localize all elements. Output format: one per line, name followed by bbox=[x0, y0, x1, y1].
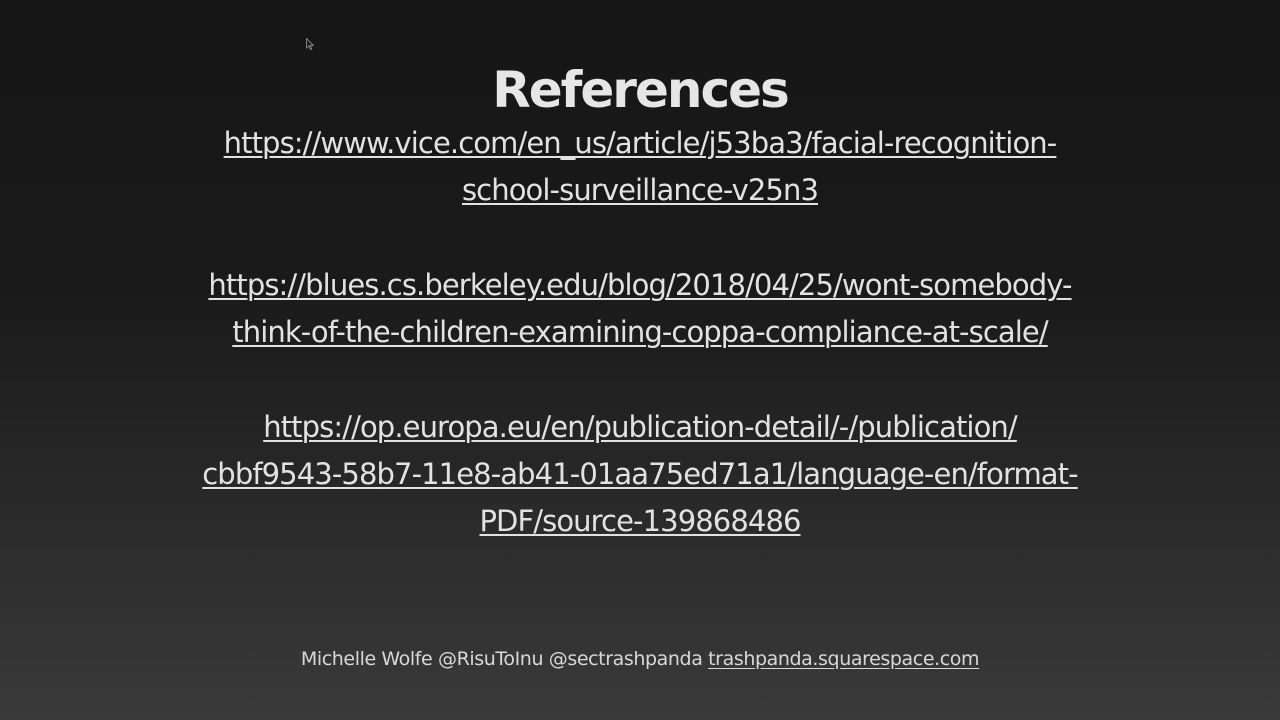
reference-link-line: cbbf9543-58b7-11e8-ab41-01aa75ed71a1/lan… bbox=[202, 457, 1078, 491]
slide-title: References bbox=[492, 61, 790, 119]
mouse-pointer-icon bbox=[306, 38, 314, 50]
slide-footer: Michelle Wolfe @RisuToInu @sectrashpanda… bbox=[0, 644, 1280, 674]
reference-link-line: PDF/source-139868486 bbox=[479, 504, 801, 538]
reference-link-vice[interactable]: https://www.vice.com/en_us/article/j53ba… bbox=[80, 120, 1200, 214]
presentation-slide: References https://www.vice.com/en_us/ar… bbox=[0, 0, 1280, 720]
reference-link-europa[interactable]: https://op.europa.eu/en/publication-deta… bbox=[80, 404, 1200, 545]
reference-link-line: school-surveillance-v25n3 bbox=[461, 173, 819, 207]
reference-list: https://www.vice.com/en_us/article/j53ba… bbox=[80, 120, 1200, 593]
reference-link-berkeley[interactable]: https://blues.cs.berkeley.edu/blog/2018/… bbox=[80, 262, 1200, 356]
reference-link-line: https://www.vice.com/en_us/article/j53ba… bbox=[223, 126, 1058, 160]
author-credits: Michelle Wolfe @RisuToInu @sectrashpanda bbox=[300, 648, 709, 670]
reference-link-line: think-of-the-children-examining-coppa-co… bbox=[232, 315, 1048, 349]
reference-link-line: https://blues.cs.berkeley.edu/blog/2018/… bbox=[208, 268, 1072, 302]
website-link[interactable]: trashpanda.squarespace.com bbox=[708, 648, 979, 670]
reference-link-line: https://op.europa.eu/en/publication-deta… bbox=[263, 410, 1017, 444]
